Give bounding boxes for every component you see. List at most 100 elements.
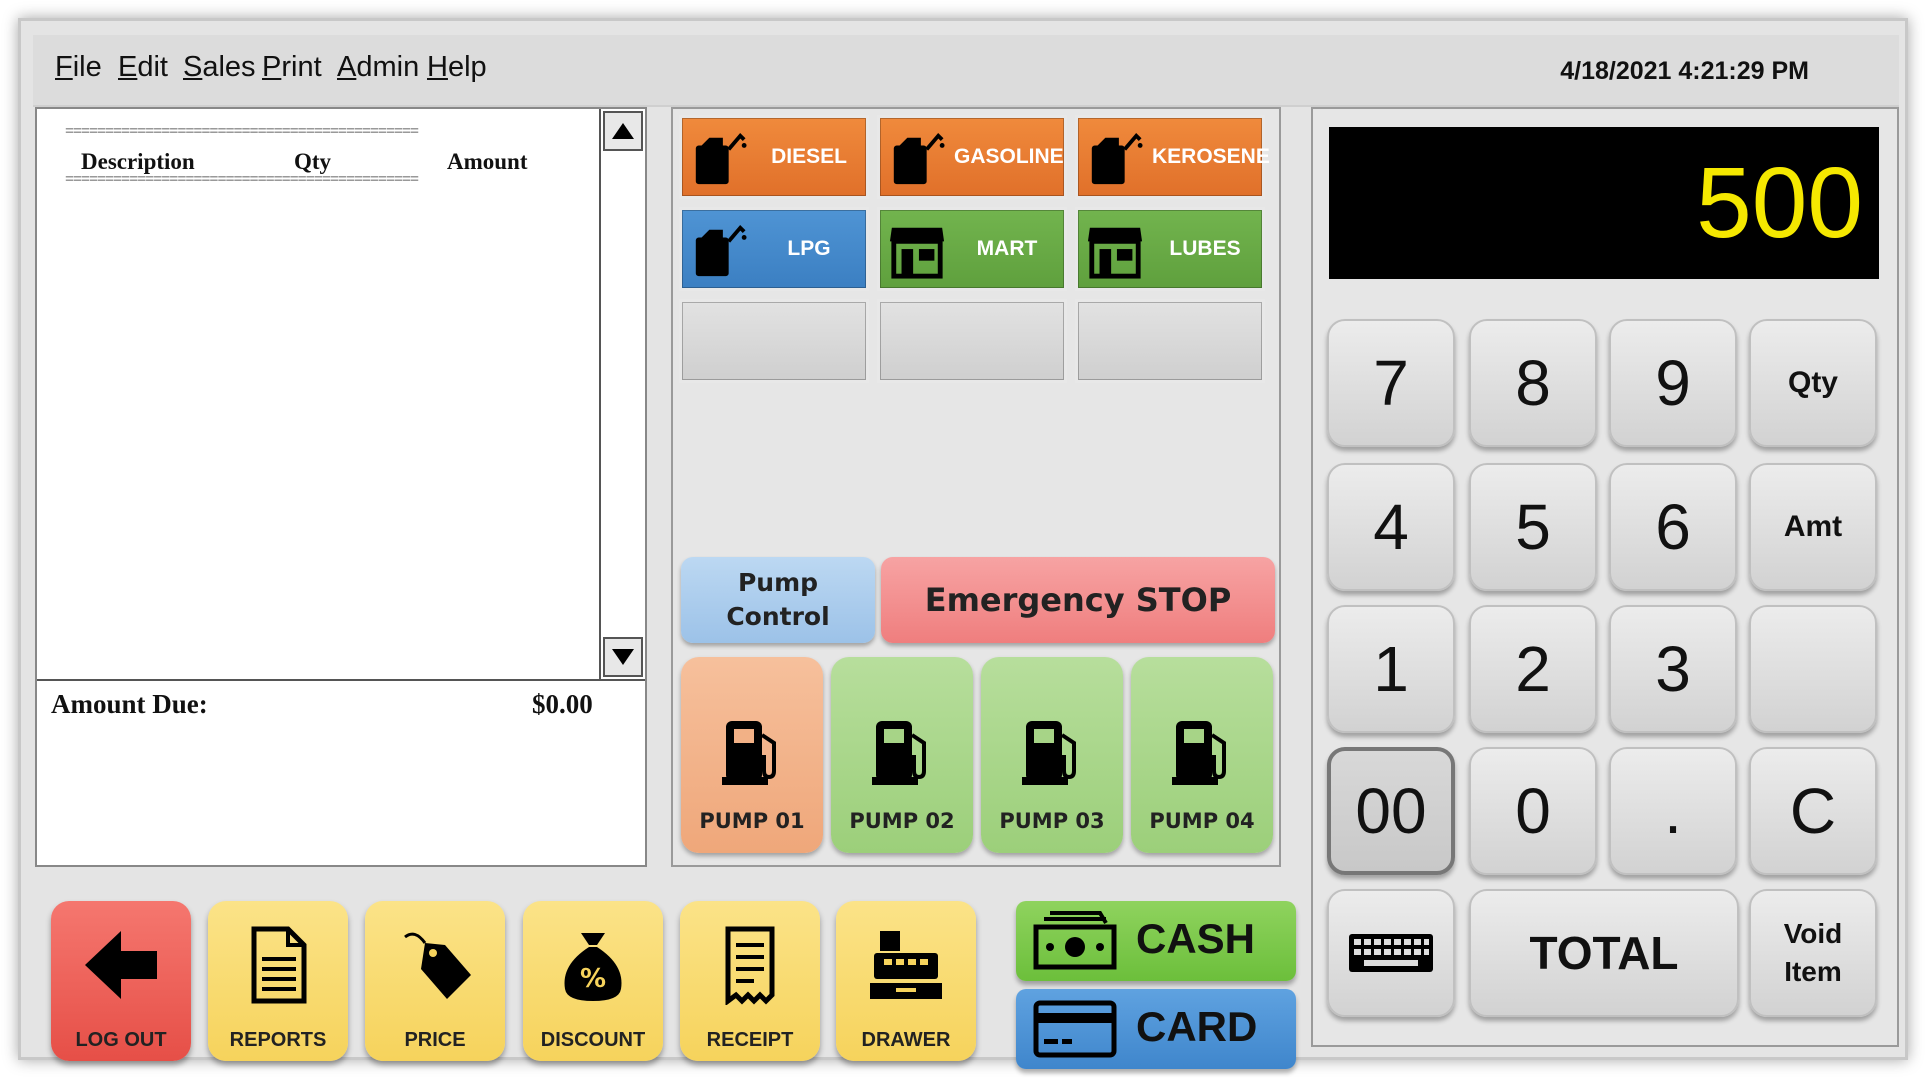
- product-label: DIESEL: [771, 145, 847, 168]
- product-empty-button[interactable]: [1075, 299, 1265, 383]
- cash-button[interactable]: CASH: [1016, 901, 1296, 981]
- amount-due-label: Amount Due:: [51, 689, 208, 719]
- key-5[interactable]: 5: [1469, 463, 1597, 591]
- display-value: 500: [1696, 147, 1863, 259]
- scroll-down-button[interactable]: [603, 637, 643, 677]
- key-7[interactable]: 7: [1327, 319, 1455, 447]
- fuel-pump-icon: [1172, 721, 1226, 785]
- fuel-can-icon: [695, 132, 747, 185]
- product-empty-button[interactable]: [679, 299, 869, 383]
- fuel-pump-icon: [722, 721, 776, 785]
- pump-03-button[interactable]: PUMP 03: [981, 657, 1123, 853]
- fuel-can-icon: [1091, 132, 1143, 185]
- receipt-scrollbar[interactable]: [599, 109, 645, 679]
- blank-key[interactable]: [1749, 605, 1877, 733]
- receipt-separator-bottom: ========================================…: [65, 171, 419, 188]
- cash-register-icon: [870, 931, 942, 999]
- card-label: CARD: [1136, 1003, 1258, 1050]
- discount-label: DISCOUNT: [540, 1029, 646, 1051]
- key-3[interactable]: 3: [1609, 605, 1737, 733]
- menu-file[interactable]: File: [55, 51, 102, 84]
- key-8[interactable]: 8: [1469, 319, 1597, 447]
- menu-sales[interactable]: Sales: [183, 51, 256, 84]
- product-gasoline-button[interactable]: GASOLINE: [877, 115, 1067, 199]
- product-label: KEROSENE: [1152, 145, 1270, 168]
- scroll-up-button[interactable]: [603, 111, 643, 151]
- pos-window: File Edit Sales Print Admin Help 4/18/20…: [18, 18, 1908, 1069]
- logout-label: LOG OUT: [75, 1029, 167, 1051]
- fuel-pump-icon: [872, 721, 926, 785]
- drawer-button[interactable]: DRAWER: [836, 901, 976, 1061]
- product-empty-button[interactable]: [877, 299, 1067, 383]
- key-4[interactable]: 4: [1327, 463, 1455, 591]
- menu-admin[interactable]: Admin: [337, 51, 419, 84]
- void-label-2: Item: [1784, 956, 1842, 987]
- product-label: GASOLINE: [954, 145, 1064, 168]
- reports-label: REPORTS: [229, 1029, 327, 1051]
- receipt-button[interactable]: RECEIPT: [680, 901, 820, 1061]
- menu-help[interactable]: Help: [427, 51, 487, 84]
- product-label: LUBES: [1169, 237, 1241, 260]
- menu-edit[interactable]: Edit: [118, 51, 168, 84]
- receipt-label: RECEIPT: [706, 1029, 794, 1051]
- qty-button[interactable]: Qty: [1749, 319, 1877, 447]
- pump-04-button[interactable]: PUMP 04: [1131, 657, 1273, 853]
- product-mart-button[interactable]: MART: [877, 207, 1067, 291]
- amt-button[interactable]: Amt: [1749, 463, 1877, 591]
- document-icon: [251, 926, 307, 1004]
- key-6[interactable]: 6: [1609, 463, 1737, 591]
- pump-01-button[interactable]: PUMP 01: [681, 657, 823, 853]
- cash-icon: [1033, 911, 1117, 970]
- key-decimal[interactable]: .: [1609, 747, 1737, 875]
- drawer-label: DRAWER: [861, 1029, 951, 1051]
- card-button[interactable]: CARD: [1016, 989, 1296, 1069]
- triangle-down-icon: [612, 649, 634, 665]
- keyboard-button[interactable]: [1327, 889, 1455, 1017]
- reports-button[interactable]: REPORTS: [208, 901, 348, 1061]
- menu-bar: File Edit Sales Print Admin Help 4/18/20…: [33, 35, 1899, 107]
- key-00[interactable]: 00: [1327, 747, 1455, 875]
- clear-button[interactable]: C: [1749, 747, 1877, 875]
- product-diesel-button[interactable]: DIESEL: [679, 115, 869, 199]
- keyboard-icon: [1349, 934, 1433, 972]
- product-lubes-button[interactable]: LUBES: [1075, 207, 1265, 291]
- receipt-panel: ========================================…: [35, 107, 647, 867]
- product-label: MART: [976, 237, 1038, 260]
- keypad-panel: 500 7 8 9 Qty 4 5 6 Amt 1 2 3 00 0 . C T…: [1311, 107, 1899, 1047]
- total-button[interactable]: TOTAL: [1469, 889, 1739, 1017]
- pump-label: PUMP 01: [699, 809, 805, 833]
- product-lpg-button[interactable]: LPG: [679, 207, 869, 291]
- pump-label: PUMP 04: [1149, 809, 1255, 833]
- key-0[interactable]: 0: [1469, 747, 1597, 875]
- logout-button[interactable]: LOG OUT: [51, 901, 191, 1061]
- discount-button[interactable]: % DISCOUNT: [523, 901, 663, 1061]
- amount-display: 500: [1329, 127, 1879, 279]
- product-panel: DIESEL GASOLINE KEROSENE LPG MART LUBES …: [671, 107, 1281, 867]
- void-label-1: Void: [1783, 918, 1843, 949]
- pump-control-button[interactable]: Pump Control: [681, 557, 875, 643]
- amount-due-value: $0.00: [532, 689, 593, 719]
- pump-control-label-2: Control: [726, 602, 830, 631]
- price-label: PRICE: [404, 1029, 466, 1051]
- money-bag-percent-icon: %: [564, 933, 622, 1001]
- emergency-stop-button[interactable]: Emergency STOP: [881, 557, 1275, 643]
- key-9[interactable]: 9: [1609, 319, 1737, 447]
- credit-card-icon: [1033, 1000, 1117, 1058]
- void-item-button[interactable]: Void Item: [1749, 889, 1877, 1017]
- product-kerosene-button[interactable]: KEROSENE: [1075, 115, 1270, 199]
- price-button[interactable]: PRICE: [365, 901, 505, 1061]
- arrow-left-icon: [85, 931, 157, 999]
- receipt-list[interactable]: ========================================…: [37, 109, 599, 679]
- key-2[interactable]: 2: [1469, 605, 1597, 733]
- svg-text:%: %: [580, 964, 606, 994]
- datetime-display: 4/18/2021 4:21:29 PM: [1560, 57, 1809, 85]
- product-label: LPG: [787, 237, 831, 260]
- pump-02-button[interactable]: PUMP 02: [831, 657, 973, 853]
- price-tag-icon: [404, 932, 471, 999]
- divider: [37, 679, 645, 681]
- store-icon: [889, 227, 945, 279]
- menu-print[interactable]: Print: [262, 51, 322, 84]
- key-1[interactable]: 1: [1327, 605, 1455, 733]
- fuel-can-icon: [893, 132, 945, 185]
- fuel-pump-icon: [1022, 721, 1076, 785]
